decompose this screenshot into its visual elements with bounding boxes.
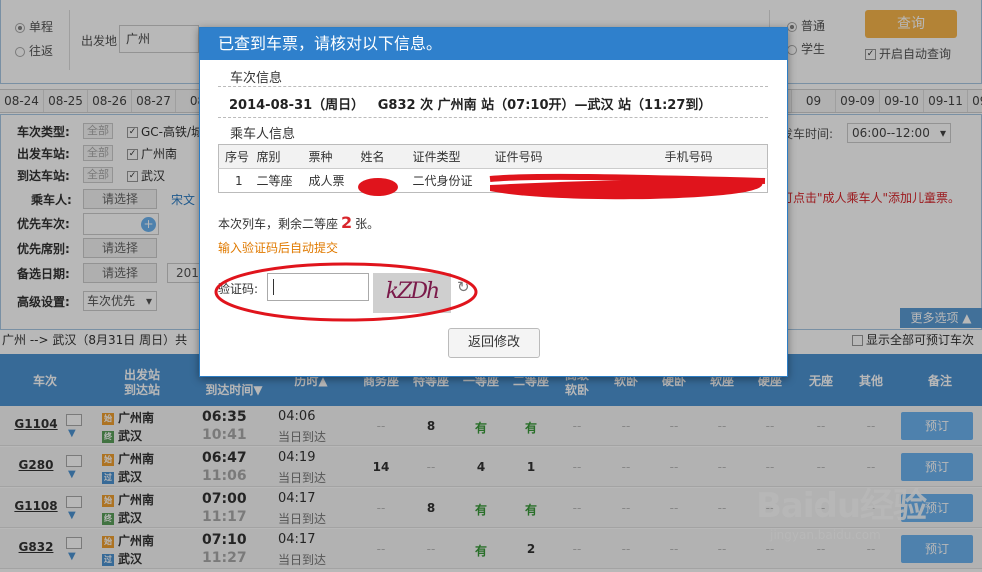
trip-summary: 2014-08-31（周日） G832 次 广州南 站（07:10开）—武汉 站… bbox=[229, 98, 712, 113]
divider bbox=[218, 86, 768, 87]
cell-seat: 二等座 bbox=[256, 174, 293, 188]
col-ticket-type: 票种 bbox=[302, 144, 355, 169]
col-id-number: 证件号码 bbox=[488, 144, 659, 169]
remaining-seats: 本次列车，剩余二等座 2 张。 bbox=[218, 213, 380, 232]
auto-submit-hint: 输入验证码后自动提交 bbox=[218, 241, 339, 255]
back-edit-button[interactable]: 返回修改 bbox=[448, 328, 540, 358]
cell-index: 1 bbox=[235, 173, 243, 188]
table-header-row: 序号 席别 票种 姓名 证件类型 证件号码 手机号码 bbox=[218, 144, 768, 169]
highlight-ellipse bbox=[214, 262, 478, 322]
confirm-dialog: 已查到车票，请核对以下信息。 车次信息 2014-08-31（周日） G832 … bbox=[199, 27, 788, 377]
divider bbox=[218, 117, 768, 118]
dialog-title: 已查到车票，请核对以下信息。 bbox=[200, 28, 787, 60]
cell-ticket-type: 成人票 bbox=[308, 174, 345, 188]
passenger-info-title: 乘车人信息 bbox=[230, 127, 296, 142]
redaction-marks bbox=[358, 173, 766, 200]
col-index: 序号 bbox=[218, 144, 251, 169]
col-seat: 席别 bbox=[250, 144, 303, 169]
col-phone: 手机号码 bbox=[658, 144, 768, 169]
train-info-title: 车次信息 bbox=[230, 71, 283, 86]
col-id-type: 证件类型 bbox=[406, 144, 489, 169]
col-name: 姓名 bbox=[354, 144, 407, 169]
